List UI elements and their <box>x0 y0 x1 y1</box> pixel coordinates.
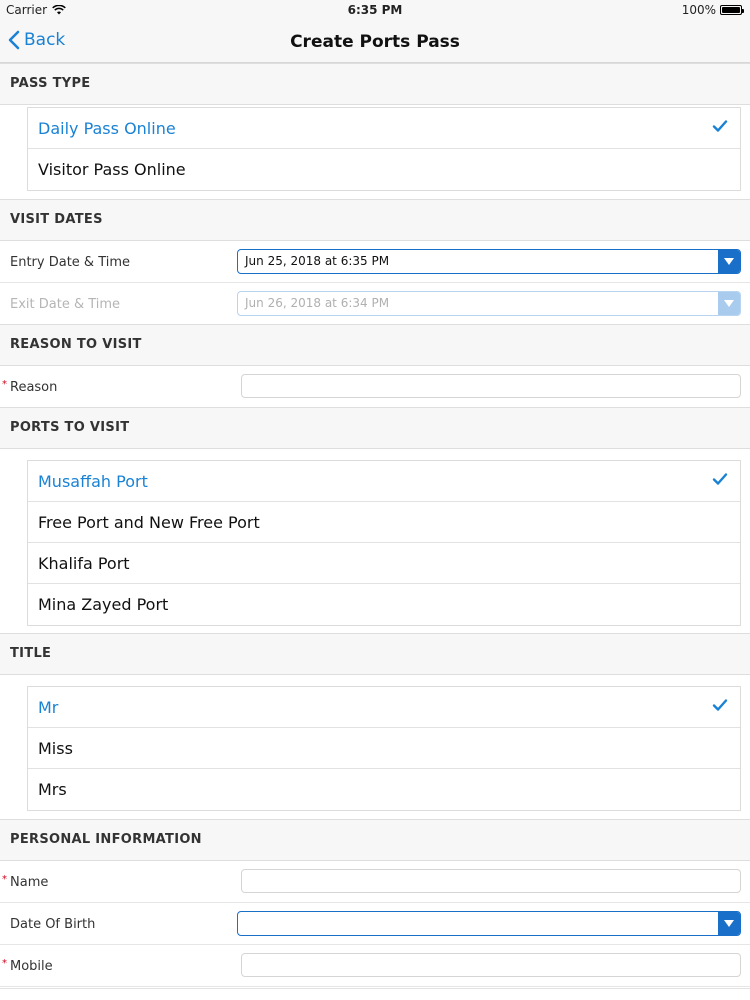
section-title: TITLE <box>10 646 52 661</box>
reason-label: Reason <box>10 380 58 395</box>
pass-type-option-daily[interactable]: Daily Pass Online <box>28 108 740 149</box>
title-option-mr[interactable]: Mr <box>28 687 740 728</box>
option-label: Free Port and New Free Port <box>38 513 260 532</box>
section-header-personal-info: PERSONAL INFORMATION <box>0 819 750 861</box>
option-label: Mr <box>38 698 59 717</box>
divider <box>0 988 750 989</box>
battery-icon <box>720 5 744 15</box>
navigation-bar: Back Create Ports Pass <box>0 20 750 63</box>
section-title: REASON TO VISIT <box>10 337 142 352</box>
port-option-free-port[interactable]: Free Port and New Free Port <box>28 502 740 543</box>
section-title: PORTS TO VISIT <box>10 420 130 435</box>
mobile-row: * Mobile <box>0 945 750 987</box>
port-option-khalifa[interactable]: Khalifa Port <box>28 543 740 584</box>
title-option-mrs[interactable]: Mrs <box>28 769 740 810</box>
entry-date-select[interactable]: Jun 25, 2018 at 6:35 PM <box>237 249 741 274</box>
dob-row: Date Of Birth <box>0 903 750 945</box>
checkmark-icon <box>712 120 728 132</box>
option-label: Mina Zayed Port <box>38 595 169 614</box>
option-label: Miss <box>38 739 73 758</box>
caret-down-icon <box>718 292 740 315</box>
option-label: Khalifa Port <box>38 554 130 573</box>
section-title: PERSONAL INFORMATION <box>10 832 202 847</box>
status-bar: Carrier 6:35 PM 100% <box>0 0 750 20</box>
entry-date-label: Entry Date & Time <box>10 255 131 270</box>
required-marker: * <box>2 379 7 390</box>
name-label: Name <box>10 875 49 890</box>
battery-percent: 100% <box>681 3 716 17</box>
section-title: VISIT DATES <box>10 212 103 227</box>
clock: 6:35 PM <box>347 3 403 17</box>
ports-list: Musaffah Port Free Port and New Free Por… <box>27 460 741 626</box>
exit-date-value: Jun 26, 2018 at 6:34 PM <box>245 296 390 310</box>
entry-date-value: Jun 25, 2018 at 6:35 PM <box>245 254 390 268</box>
section-header-title: TITLE <box>0 633 750 675</box>
title-list: Mr Miss Mrs <box>27 686 741 811</box>
section-header-pass-type: PASS TYPE <box>0 63 750 105</box>
dob-label: Date Of Birth <box>10 917 96 932</box>
dob-select[interactable] <box>237 911 741 936</box>
option-label: Visitor Pass Online <box>38 160 186 179</box>
checkmark-icon <box>712 473 728 485</box>
exit-date-row: Exit Date & Time Jun 26, 2018 at 6:34 PM <box>0 283 750 325</box>
option-label: Mrs <box>38 780 67 799</box>
reason-input[interactable] <box>241 374 741 398</box>
port-option-musaffah[interactable]: Musaffah Port <box>28 461 740 502</box>
section-header-reason: REASON TO VISIT <box>0 324 750 366</box>
pass-type-option-visitor[interactable]: Visitor Pass Online <box>28 149 740 190</box>
title-option-miss[interactable]: Miss <box>28 728 740 769</box>
section-title: PASS TYPE <box>10 76 91 91</box>
reason-row: * Reason <box>0 366 750 408</box>
name-input[interactable] <box>241 869 741 893</box>
exit-date-select: Jun 26, 2018 at 6:34 PM <box>237 291 741 316</box>
mobile-input[interactable] <box>241 953 741 977</box>
caret-down-icon <box>718 912 740 935</box>
mobile-label: Mobile <box>10 959 53 974</box>
battery-indicator: 100% <box>681 3 744 17</box>
section-header-visit-dates: VISIT DATES <box>0 199 750 241</box>
port-option-mina-zayed[interactable]: Mina Zayed Port <box>28 584 740 625</box>
section-header-ports: PORTS TO VISIT <box>0 407 750 449</box>
checkmark-icon <box>712 699 728 711</box>
option-label: Musaffah Port <box>38 472 148 491</box>
pass-type-list: Daily Pass Online Visitor Pass Online <box>27 107 741 191</box>
option-label: Daily Pass Online <box>38 119 176 138</box>
required-marker: * <box>2 958 7 969</box>
exit-date-label: Exit Date & Time <box>10 297 121 312</box>
required-marker: * <box>2 874 7 885</box>
page-title: Create Ports Pass <box>290 32 460 52</box>
caret-down-icon <box>718 250 740 273</box>
name-row: * Name <box>0 861 750 903</box>
entry-date-row: Entry Date & Time Jun 25, 2018 at 6:35 P… <box>0 241 750 283</box>
